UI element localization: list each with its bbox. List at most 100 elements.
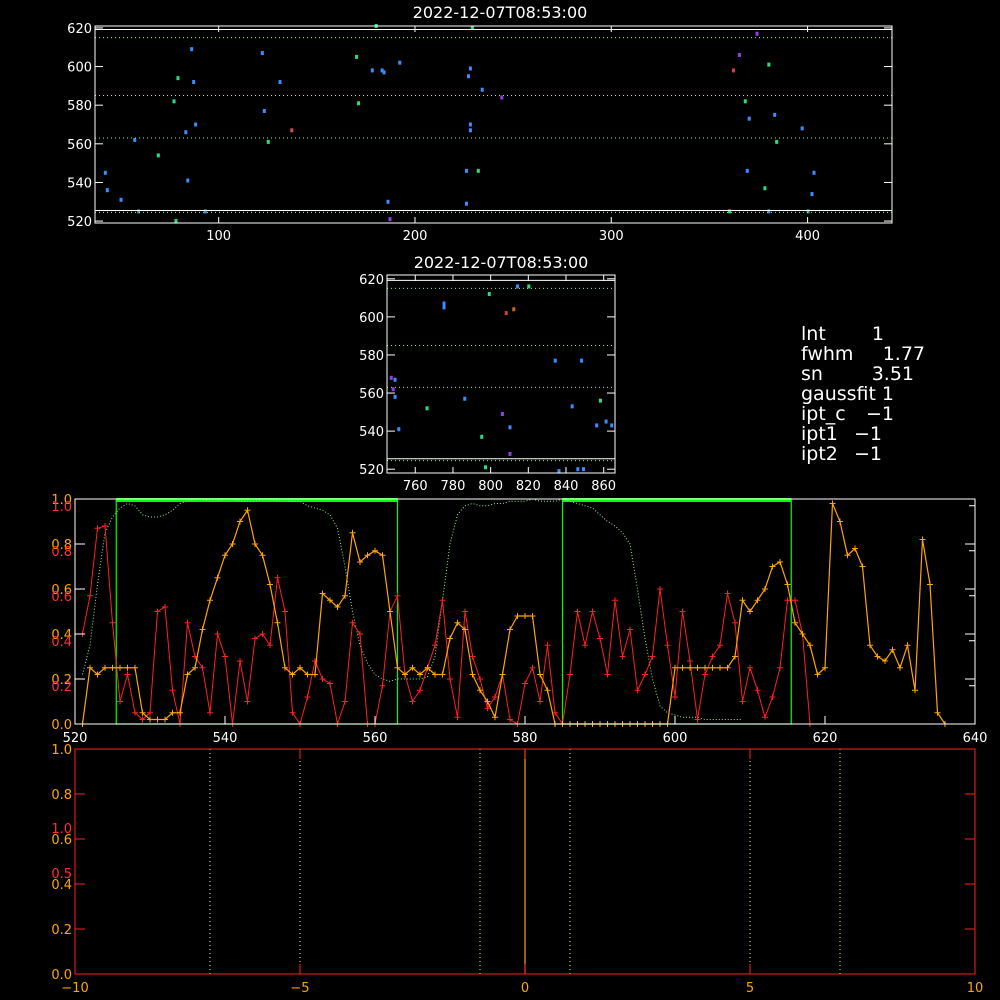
profile-point-orange bbox=[199, 626, 206, 633]
middle-image-y-tick-label: 620 bbox=[359, 273, 384, 288]
top-image-pixel bbox=[773, 112, 777, 117]
middle-image-pixel bbox=[610, 423, 614, 428]
profile-point-orange bbox=[792, 619, 798, 626]
top-image-pixel bbox=[468, 122, 472, 127]
profile-point-red bbox=[612, 597, 618, 604]
profile-point-orange bbox=[679, 664, 686, 671]
profile-point-orange bbox=[154, 716, 161, 723]
profile-y-tick-label-red: 0.2 bbox=[51, 680, 72, 695]
profile-line-red bbox=[82, 525, 811, 726]
profile-point-red bbox=[327, 680, 333, 687]
top-image-pixel bbox=[398, 60, 402, 65]
profile-point-orange bbox=[244, 507, 251, 514]
profile-point-red bbox=[792, 597, 798, 604]
profile-window-boxes bbox=[115, 498, 792, 725]
profile-point-orange bbox=[117, 664, 123, 671]
profile-point-red bbox=[214, 631, 221, 637]
bottom-plot-lines bbox=[209, 749, 841, 974]
profile-point-orange bbox=[687, 664, 693, 671]
profile-point-orange bbox=[897, 664, 903, 671]
profile-point-orange bbox=[544, 687, 551, 694]
middle-image-x-tick-label: 760 bbox=[403, 479, 428, 494]
top-image-pixel bbox=[386, 199, 390, 204]
info-value-ipt1: −1 bbox=[854, 423, 882, 445]
bottom-y-tick-label-red: 0.5 bbox=[51, 867, 72, 882]
top-image-frame bbox=[94, 25, 893, 224]
middle-image-x-tick-label: 820 bbox=[516, 479, 541, 494]
figure-canvas: 2022-12-07T08:53:00 100 200 300 40052054056… bbox=[51, 3, 987, 996]
top-image-pixel bbox=[812, 170, 816, 175]
middle-image-pixel bbox=[527, 284, 531, 289]
profile-point-red bbox=[702, 671, 708, 678]
profile-plot-axes: 520 540 560 580 600 620 6400.00.20.40.60.81.00… bbox=[51, 493, 987, 746]
middle-image-pixel bbox=[504, 311, 508, 316]
middle-image-pixel bbox=[483, 465, 487, 470]
top-image-pixel bbox=[480, 87, 484, 92]
top-image-pixel bbox=[745, 168, 749, 173]
profile-point-red bbox=[544, 642, 551, 649]
profile-point-orange bbox=[694, 664, 701, 671]
top-image-guide-lines bbox=[95, 28, 892, 213]
profile-point-orange bbox=[859, 563, 866, 570]
info-label-ipt2: ipt2 bbox=[801, 443, 838, 465]
top-image-pixel bbox=[278, 80, 282, 85]
profile-point-orange bbox=[919, 536, 926, 543]
bottom-x-tick-label: 5 bbox=[746, 981, 754, 996]
profile-point-red bbox=[154, 608, 161, 615]
middle-image-pixel bbox=[393, 377, 397, 382]
info-value-sn: 3.51 bbox=[872, 363, 914, 385]
profile-y-tick-label-red: 1.0 bbox=[51, 500, 72, 515]
profile-point-red bbox=[679, 608, 686, 615]
bottom-y-tick-label-orange: 0.0 bbox=[51, 968, 72, 983]
top-image-pixel bbox=[192, 80, 196, 85]
info-label-ipt-c: ipt_c bbox=[801, 403, 846, 425]
profile-point-red bbox=[207, 709, 213, 716]
profile-series bbox=[79, 498, 948, 727]
bottom-y-tick-label-red: 1.0 bbox=[51, 822, 72, 837]
top-image-pixel bbox=[119, 197, 123, 202]
profile-point-orange bbox=[507, 626, 513, 633]
middle-image-pixel bbox=[598, 398, 602, 403]
top-image-pixel bbox=[747, 116, 751, 121]
profile-point-red bbox=[477, 676, 483, 682]
fit-info-block: lnt 1 fwhm 1.77 sn 3.51 gaussfit 1 ipt_c… bbox=[801, 323, 925, 465]
profile-point-red bbox=[522, 680, 528, 687]
profile-point-red bbox=[769, 694, 776, 700]
profile-point-orange bbox=[889, 646, 896, 653]
profile-point-orange bbox=[717, 664, 723, 671]
top-image-pixel bbox=[466, 74, 470, 79]
profile-point-orange bbox=[912, 687, 918, 694]
profile-point-red bbox=[102, 523, 108, 529]
middle-image-pixel bbox=[487, 292, 491, 297]
profile-point-red bbox=[597, 635, 603, 642]
profile-x-tick-label: 640 bbox=[963, 731, 988, 746]
profile-x-tick-label: 600 bbox=[663, 731, 688, 746]
bottom-y-tick-label-orange: 0.8 bbox=[51, 788, 72, 803]
profile-point-orange bbox=[904, 642, 911, 649]
middle-image-pixel bbox=[516, 284, 520, 289]
profile-point-orange bbox=[207, 597, 213, 604]
profile-point-orange bbox=[379, 552, 386, 559]
top-image-pixel bbox=[810, 192, 814, 197]
profile-point-orange bbox=[709, 664, 716, 671]
profile-point-orange bbox=[469, 671, 476, 678]
top-image-x-tick-label: 300 bbox=[599, 229, 624, 244]
middle-image-y-tick-label: 560 bbox=[359, 387, 384, 402]
profile-point-red bbox=[244, 698, 251, 705]
top-image-pixel bbox=[105, 188, 109, 193]
profile-point-red bbox=[222, 653, 228, 660]
top-image-pixel bbox=[500, 95, 504, 100]
info-value-ipt-c: −1 bbox=[866, 403, 894, 425]
profile-point-red bbox=[739, 698, 746, 705]
top-image-pixel bbox=[262, 108, 266, 113]
info-value-gaussfit: 1 bbox=[882, 383, 894, 405]
info-value-ipt2: −1 bbox=[854, 443, 882, 465]
top-image-panel: 2022-12-07T08:53:00 100 200 300 400 520 540 56… bbox=[67, 3, 893, 244]
top-image-pixel bbox=[260, 51, 264, 56]
top-image-pixel bbox=[133, 137, 137, 142]
profile-point-red bbox=[342, 698, 348, 705]
profile-point-orange bbox=[109, 664, 116, 671]
profile-point-red bbox=[634, 687, 641, 694]
middle-image-y-tick-label: 540 bbox=[359, 425, 384, 440]
profile-y-tick-label-red: 0.4 bbox=[51, 635, 72, 650]
